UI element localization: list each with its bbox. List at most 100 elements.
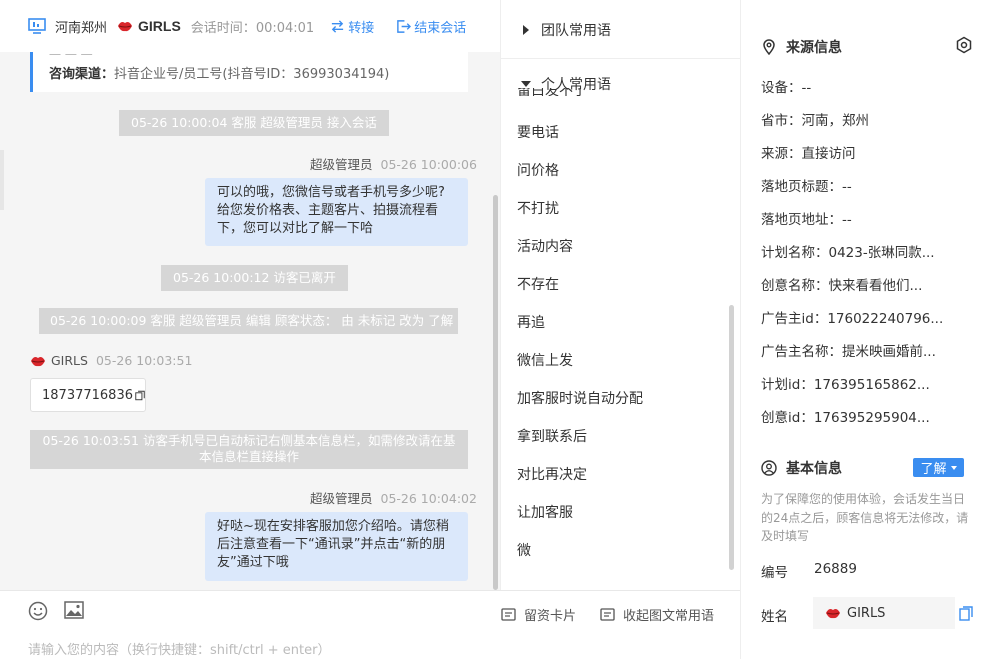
system-message: 05-26 10:00:12 访客已离开 xyxy=(161,265,348,291)
end-session-icon xyxy=(397,19,412,33)
channel-label: 咨询渠道： xyxy=(49,66,115,82)
phrase-item[interactable]: 拿到联系后 xyxy=(517,426,587,446)
agent-message-bubble: 可以的哦，您微信号或者手机号多少呢? 给您发价格表、主题客片、拍摄流程看 下，您… xyxy=(205,178,468,246)
source-info-title: 来源信息 xyxy=(786,40,842,56)
common-phrases-panel: 团队常用语 个人常用语 留白发不了 要电话 问价格 不打扰 活动内容 不存在 再… xyxy=(500,0,741,590)
basic-info-heading: 基本信息 xyxy=(761,458,842,478)
chevron-down-icon xyxy=(950,465,957,470)
system-message: 05-26 10:00:09 客服 超级管理员 编辑 顾客状态： 由 未标记 改… xyxy=(39,308,458,334)
system-message: 05-26 10:03:51 访客手机号已自动标记右侧基本信息栏，如需修改请在基… xyxy=(30,430,468,469)
left-edge-strip xyxy=(0,150,4,210)
customer-status-value: 了解 xyxy=(920,462,947,477)
chat-scrollbar[interactable] xyxy=(493,195,498,590)
edit-hint-text: 为了保障您的使用体验，会话发生当日的24点之后，顾客信息将无法修改，请及时填写 xyxy=(761,492,969,543)
message-input[interactable]: 请输入您的内容（换行快捷键：shift/ctrl + enter） xyxy=(28,639,331,658)
triangle-right-icon xyxy=(523,25,529,35)
collapse-phrases-button[interactable]: 收起图文常用语 xyxy=(600,605,714,624)
session-time-label: 会话时间： xyxy=(190,20,256,36)
device-field: 设备：-- xyxy=(761,80,812,96)
customer-status-dropdown[interactable]: 了解 xyxy=(913,458,964,477)
user-icon xyxy=(761,460,777,476)
phrase-item[interactable]: 活动内容 xyxy=(517,236,573,256)
phrase-item[interactable]: 微 xyxy=(517,540,531,560)
channel-info-card: 一 一 一 咨询渠道： 抖音企业号/员工号(抖音号ID：36993034194) xyxy=(30,48,468,92)
monitor-icon xyxy=(28,18,46,34)
phrases-scrollbar[interactable] xyxy=(729,305,734,570)
source-info-heading: 来源信息 xyxy=(761,37,842,57)
visitor-info-panel: 来源信息 设备：-- 省市：河南，郑州 来源：直接访问 落地页标题：-- 落地页… xyxy=(740,0,991,659)
message-time: 05-26 10:00:06 xyxy=(380,157,477,172)
sender-name: 超级管理员 xyxy=(310,491,373,506)
message-line: 好哒~现在安排客服加您介绍哈。请您稍 xyxy=(217,519,449,534)
phrase-item[interactable]: 加客服时说自动分配 xyxy=(517,388,643,408)
personal-phrases-section[interactable]: 个人常用语 xyxy=(501,56,741,112)
phrase-item[interactable]: 不打扰 xyxy=(517,198,559,218)
lips-icon xyxy=(31,356,45,366)
card-icon xyxy=(501,608,516,621)
settings-icon[interactable] xyxy=(955,36,973,54)
sender-name: GIRLS xyxy=(51,353,88,368)
landing-url-field: 落地页地址：-- xyxy=(761,212,852,228)
image-icon[interactable] xyxy=(64,601,84,619)
phrase-item-partial[interactable]: 留白发不了 xyxy=(517,88,717,96)
name-label: 姓名 xyxy=(761,609,788,625)
number-label: 编号 xyxy=(761,565,788,581)
team-phrases-label: 团队常用语 xyxy=(541,23,611,39)
agent-message-bubble: 好哒~现在安排客服加您介绍哈。请您稍 后注意查看一下“通讯录”并点击“新的朋 友… xyxy=(205,512,468,581)
visitor-phone: 18737716836 xyxy=(42,387,133,403)
phrase-item[interactable]: 再追 xyxy=(517,312,545,332)
channel-cut-text: 一 一 一 xyxy=(49,48,93,62)
system-message-line: 本信息栏直接操作 xyxy=(198,449,299,464)
session-time: 会话时间：00:04:01 xyxy=(191,17,314,36)
lips-icon xyxy=(118,22,133,32)
location-icon xyxy=(763,39,775,55)
plan-name-field: 计划名称：0423-张琳同款... xyxy=(761,245,935,261)
message-meta: GIRLS 05-26 10:03:51 xyxy=(30,353,192,368)
channel-value: 抖音企业号/员工号(抖音号ID：36993034194) xyxy=(114,66,390,82)
copy-icon[interactable] xyxy=(135,389,145,402)
chat-panel: 河南郑州 GIRLS 会话时间：00:04:01 转接 结束会话 一 一 一 咨… xyxy=(0,0,500,659)
creative-name-field: 创意名称：快来看看他们... xyxy=(761,278,923,294)
phrase-item[interactable]: 微信上发 xyxy=(517,350,573,370)
phrase-item[interactable]: 问价格 xyxy=(517,160,559,180)
landing-title-field: 落地页标题：-- xyxy=(761,179,852,195)
system-message-line: 05-26 10:03:51 访客手机号已自动标记右侧基本信息栏，如需修改请在基 xyxy=(42,433,456,448)
lead-card-label: 留资卡片 xyxy=(524,609,577,624)
chat-header: 河南郑州 GIRLS 会话时间：00:04:01 转接 结束会话 xyxy=(0,0,500,52)
message-line: 给您发价格表、主题客片、拍摄流程看 xyxy=(217,203,439,218)
message-line: 友”通过下哦 xyxy=(217,555,289,570)
phrase-item[interactable]: 不存在 xyxy=(517,274,559,294)
copy-icon[interactable] xyxy=(959,606,973,621)
basic-info-title: 基本信息 xyxy=(786,461,842,477)
message-meta: 超级管理员 05-26 10:00:06 xyxy=(310,154,477,173)
emoji-icon[interactable] xyxy=(28,601,48,621)
chat-workspace: 河南郑州 GIRLS 会话时间：00:04:01 转接 结束会话 一 一 一 咨… xyxy=(0,0,991,659)
message-time: 05-26 10:04:02 xyxy=(380,491,477,506)
collapse-icon xyxy=(600,608,615,621)
name-field[interactable]: GIRLS xyxy=(813,597,955,629)
team-phrases-section[interactable]: 团队常用语 xyxy=(501,2,741,58)
visitor-phone-card[interactable]: 18737716836 xyxy=(30,378,146,412)
transfer-button[interactable]: 转接 xyxy=(330,17,374,36)
end-session-label: 结束会话 xyxy=(414,20,467,36)
message-line: 可以的哦，您微信号或者手机号多少呢? xyxy=(217,185,445,200)
session-time-value: 00:04:01 xyxy=(255,20,315,36)
advertiser-name-field: 广告主名称：提米映画婚前... xyxy=(761,344,936,360)
lips-icon xyxy=(826,609,840,619)
end-session-button[interactable]: 结束会话 xyxy=(396,17,466,36)
visitor-name: GIRLS xyxy=(138,18,181,34)
system-message: 05-26 10:00:04 客服 超级管理员 接入会话 xyxy=(119,110,389,136)
lead-card-button[interactable]: 留资卡片 xyxy=(501,605,576,624)
creative-id-field: 创意id：176395295904... xyxy=(761,410,930,426)
phrase-item[interactable]: 让加客服 xyxy=(517,502,573,522)
transfer-icon xyxy=(332,19,344,33)
phrase-item-label: 留白发不了 xyxy=(517,88,587,96)
phrase-item[interactable]: 要电话 xyxy=(517,122,559,142)
number-value: 26889 xyxy=(814,561,857,577)
advertiser-id-field: 广告主id：176022240796... xyxy=(761,311,944,327)
transfer-label: 转接 xyxy=(348,20,375,36)
phrase-item[interactable]: 对比再决定 xyxy=(517,464,587,484)
name-value: GIRLS xyxy=(847,605,886,621)
plan-id-field: 计划id：176395165862... xyxy=(761,377,930,393)
sender-name: 超级管理员 xyxy=(310,157,373,172)
